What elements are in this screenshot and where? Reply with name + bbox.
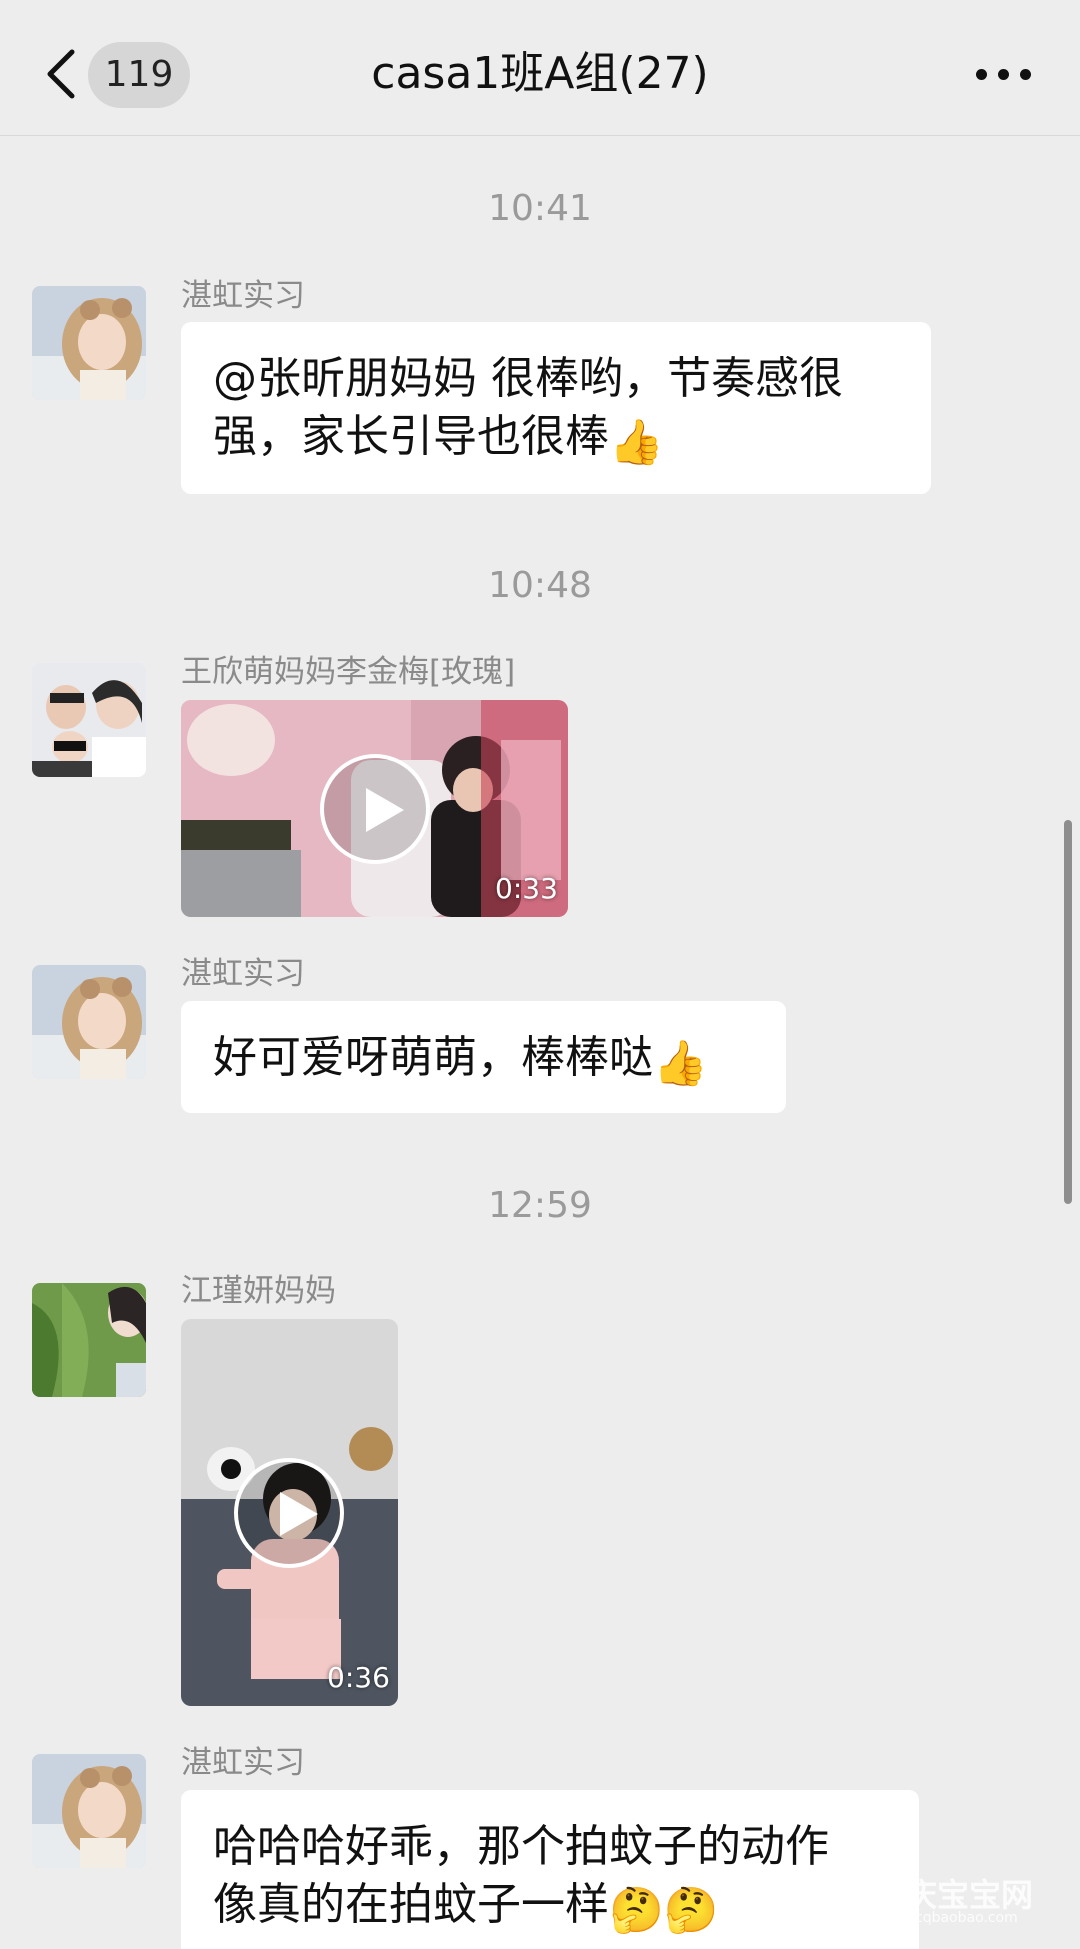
video-duration: 0:33 [495,872,558,905]
more-dots-icon[interactable] [976,66,1032,82]
timestamp: 10:41 [488,188,592,229]
avatar[interactable] [32,663,146,777]
timestamp: 12:59 [488,1185,592,1226]
message-text-line: 像真的在拍蚊子一样 [213,1879,609,1930]
avatar[interactable] [32,1283,146,1397]
message-text-line: 强，家长引导也很棒 [213,411,609,462]
video-message[interactable]: 0:36 [181,1319,398,1706]
avatar[interactable] [32,286,146,400]
video-message[interactable]: 0:33 [181,700,568,917]
video-duration: 0:36 [327,1661,390,1694]
message-text-line: 哈哈哈好乖，那个拍蚊子的动作 [213,1821,829,1872]
sender-name: 湛虹实习 [181,278,305,314]
chat-title: casa1班A组(27) [371,48,709,99]
thumbs-up-icon: 👍 [609,417,664,468]
play-icon[interactable] [234,1458,344,1568]
sender-name: 湛虹实习 [181,956,305,992]
chat-header: 119 casa1班A组(27) [0,0,1080,136]
sender-name: 王欣萌妈妈李金梅[玫瑰] [181,654,516,690]
thinking-face-icon: 🤔🤔 [609,1885,719,1936]
message-bubble[interactable]: @张昕朋妈妈 很棒哟，节奏感很 强，家长引导也很棒👍 [181,322,931,494]
thumbs-up-icon: 👍 [653,1038,708,1089]
avatar[interactable] [32,965,146,1079]
scrollbar[interactable] [1064,820,1072,1204]
play-icon[interactable] [320,754,430,864]
sender-name: 湛虹实习 [181,1745,305,1781]
watermark-url: cqbaobao.com [915,1910,1018,1926]
message-bubble[interactable]: 哈哈哈好乖，那个拍蚊子的动作 像真的在拍蚊子一样🤔🤔 [181,1790,919,1949]
timestamp: 10:48 [488,565,592,606]
message-text-line: 好可爱呀萌萌，棒棒哒 [213,1032,653,1083]
avatar[interactable] [32,1754,146,1868]
message-bubble[interactable]: 好可爱呀萌萌，棒棒哒👍 [181,1001,786,1113]
sender-name: 江瑾妍妈妈 [181,1273,336,1309]
message-text-line: @张昕朋妈妈 很棒哟，节奏感很 [213,353,843,404]
